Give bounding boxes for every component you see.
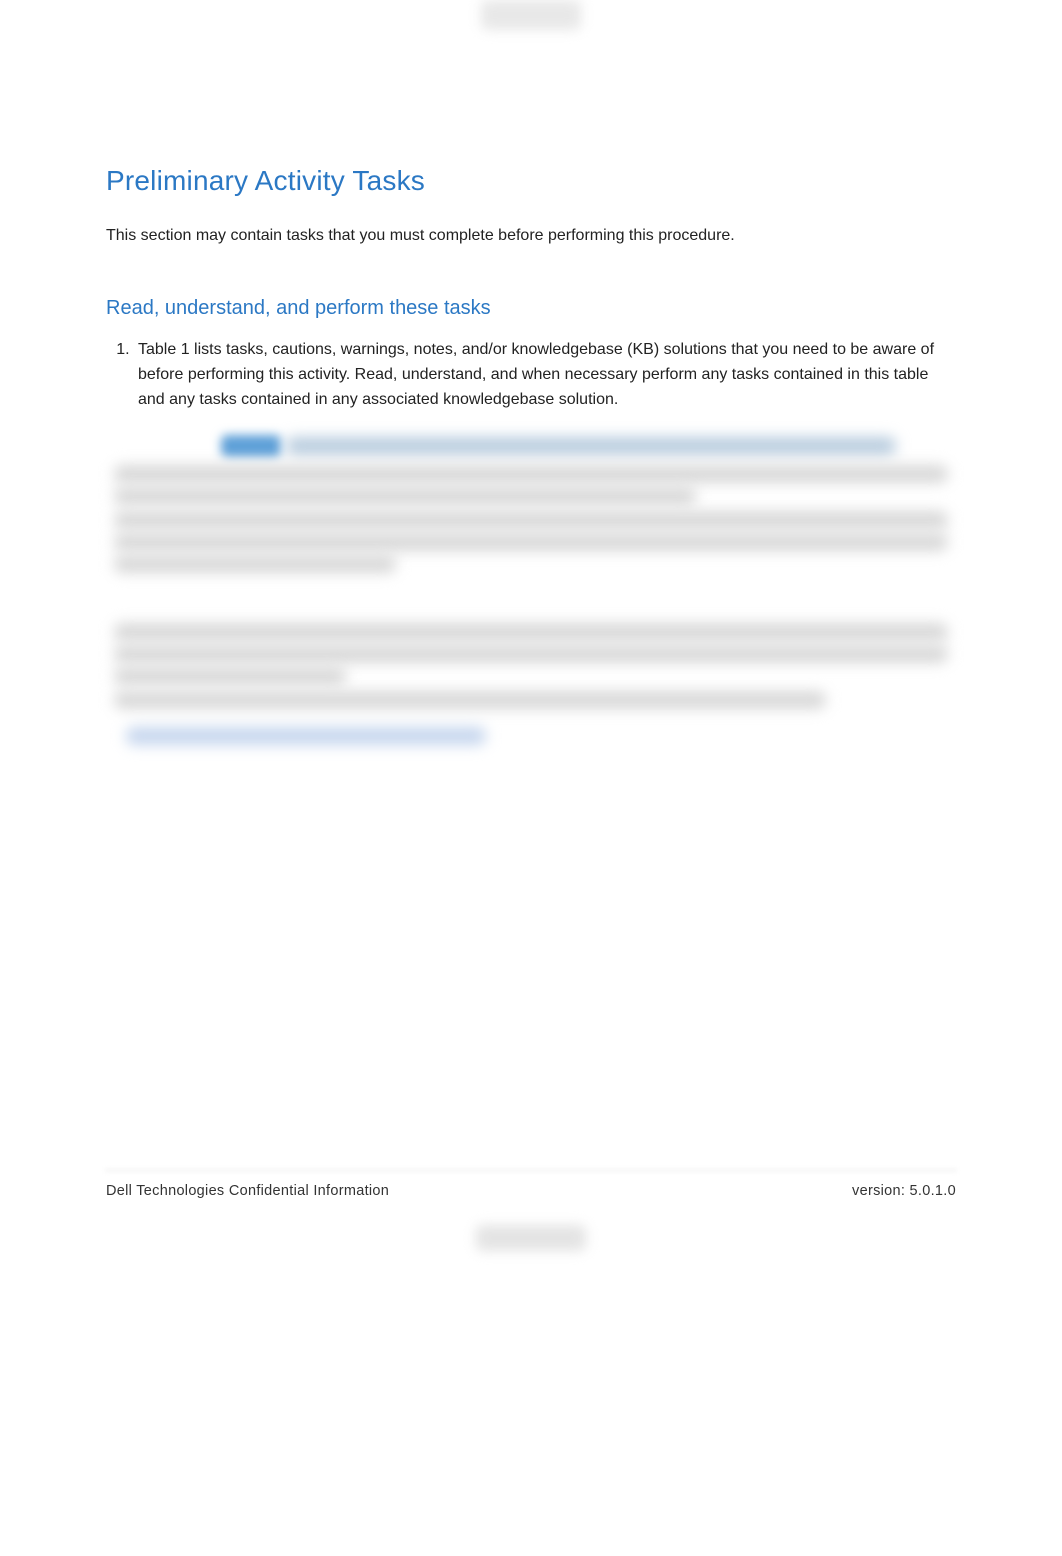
main-content: Preliminary Activity Tasks This section …	[106, 165, 956, 767]
blur-row	[114, 465, 948, 483]
subsection-title: Read, understand, and perform these task…	[106, 297, 956, 320]
table-blurred-region	[106, 437, 956, 767]
blur-row	[286, 437, 896, 455]
footer-divider	[105, 1169, 957, 1172]
footer: Dell Technologies Confidential Informati…	[106, 1183, 956, 1199]
footer-page-marker-blurred	[476, 1225, 586, 1251]
blur-row-link	[126, 727, 486, 745]
section-intro: This section may contain tasks that you …	[106, 225, 956, 247]
task-list-item: Table 1 lists tasks, cautions, warnings,…	[134, 338, 956, 412]
task-list: Table 1 lists tasks, cautions, warnings,…	[106, 338, 956, 412]
table-label-blurred	[221, 435, 281, 457]
footer-version: version: 5.0.1.0	[852, 1183, 956, 1199]
blur-row	[114, 487, 696, 505]
blur-row	[114, 511, 948, 529]
footer-confidential: Dell Technologies Confidential Informati…	[106, 1183, 389, 1199]
section-title: Preliminary Activity Tasks	[106, 165, 956, 197]
header-page-marker-blurred	[481, 0, 581, 30]
blur-row	[114, 645, 948, 663]
blur-row	[114, 691, 826, 709]
blur-row	[114, 555, 396, 573]
blur-row	[114, 623, 948, 641]
footer-version-label: version:	[852, 1183, 910, 1199]
blur-row	[114, 667, 346, 685]
document-page: Preliminary Activity Tasks This section …	[0, 0, 1062, 1556]
blur-row	[114, 533, 948, 551]
footer-version-value: 5.0.1.0	[910, 1183, 956, 1199]
